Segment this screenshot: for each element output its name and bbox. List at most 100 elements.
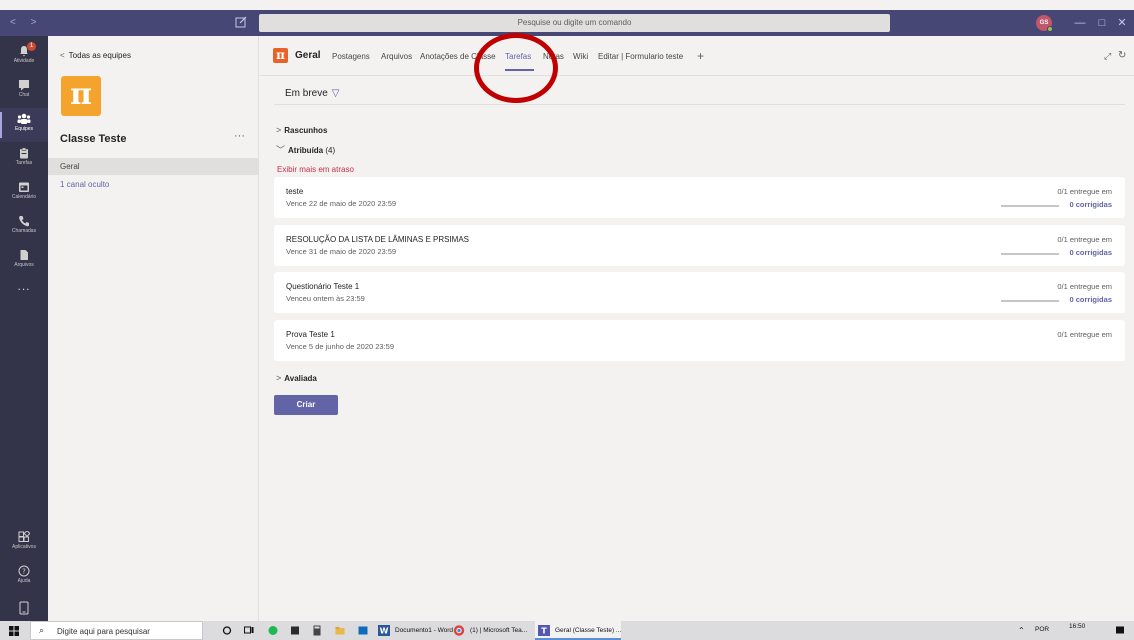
show-late-link[interactable]: Exibir mais em atraso <box>277 165 354 174</box>
tab-formulario[interactable]: Editar | Formulario teste <box>598 52 683 61</box>
svg-text:T: T <box>541 627 547 636</box>
rail-label: Tarefas <box>15 160 33 166</box>
rail-item-more[interactable]: ... <box>0 276 48 296</box>
file-icon <box>20 250 28 260</box>
compose-icon[interactable] <box>234 15 248 29</box>
assignment-card[interactable]: teste Vence 22 de maio de 2020 23:59 0/1… <box>274 177 1125 218</box>
folder-icon[interactable] <box>335 625 345 636</box>
filter-label: Em breve <box>285 88 328 99</box>
presence-dot <box>1047 26 1053 32</box>
taskbar-app-teams[interactable]: T Geral (Classe Teste) ... <box>535 621 622 640</box>
assignment-card[interactable]: Questionário Teste 1 Venceu ontem às 23:… <box>274 272 1125 313</box>
more-icon: ... <box>17 279 31 293</box>
windows-start-icon[interactable] <box>9 626 19 636</box>
assignment-due: Venceu ontem às 23:59 <box>286 294 365 303</box>
device-icon[interactable] <box>18 601 30 615</box>
notification-badge: 1 <box>27 42 36 51</box>
avatar-initials: GS <box>1039 20 1049 26</box>
minimize-icon[interactable]: — <box>1072 15 1088 31</box>
back-label: Todas as equipes <box>68 51 131 60</box>
app-rail: Atividade 1 Chat Equipes Tarefas Calendá… <box>0 36 48 621</box>
outlook-icon[interactable] <box>358 625 368 636</box>
progress-bar <box>1001 253 1059 255</box>
rail-item-files[interactable]: Arquivos <box>0 244 48 278</box>
taskbar-search-input[interactable]: ⌕ Digite aqui para pesquisar <box>30 621 203 640</box>
assignment-card[interactable]: Prova Teste 1 Vence 5 de junho de 2020 2… <box>274 320 1125 361</box>
task-view-icon[interactable] <box>244 625 254 636</box>
back-to-teams-link[interactable]: < Todas as equipes <box>60 51 131 60</box>
handed-in-count: 0/1 entregue em <box>1057 282 1112 291</box>
create-button[interactable]: Criar <box>274 395 338 415</box>
more-options-icon[interactable]: ··· <box>234 130 245 142</box>
assignment-title: RESOLUÇÃO DA LISTA DE LÂMINAS E PRSIMAS <box>286 235 470 244</box>
cortana-icon[interactable] <box>222 625 232 636</box>
filter-dropdown[interactable]: Em breve ▽ <box>285 88 340 99</box>
rail-item-calls[interactable]: Chamadas <box>0 210 48 244</box>
screen: < > Pesquise ou digite um comando GS — □… <box>0 0 1134 640</box>
teams-icon: T <box>538 625 550 636</box>
divider <box>274 104 1125 105</box>
hidden-channels-link[interactable]: 1 canal oculto <box>60 180 109 189</box>
rail-label: Arquivos <box>14 262 34 268</box>
section-count: (4) <box>325 146 336 155</box>
svg-text:W: W <box>380 627 389 636</box>
calculator-icon[interactable] <box>312 625 322 636</box>
help-icon: ? <box>18 565 30 577</box>
app-icon[interactable] <box>290 625 300 636</box>
reload-icon[interactable]: ↻ <box>1118 50 1126 61</box>
rail-item-apps[interactable]: Aplicativos <box>0 526 48 560</box>
handed-in-count: 0/1 entregue em <box>1057 187 1112 196</box>
handed-in-count: 0/1 entregue em <box>1057 235 1112 244</box>
section-drafts[interactable]: > Rascunhos <box>276 125 327 135</box>
team-logo: π <box>61 76 101 116</box>
apps-icon <box>18 531 30 542</box>
rail-item-activity[interactable]: Atividade 1 <box>0 40 48 74</box>
graded-count: 0 corrigidas <box>1069 200 1112 209</box>
spotify-icon[interactable] <box>268 625 278 636</box>
calendar-icon <box>19 182 29 192</box>
chrome-icon <box>453 625 465 636</box>
phone-icon <box>19 216 29 227</box>
rail-item-help[interactable]: ? Ajuda <box>0 560 48 594</box>
section-graded[interactable]: > Avaliada <box>276 373 317 383</box>
rail-label: Chat <box>18 92 30 98</box>
clock[interactable]: 16:50 <box>1069 623 1085 630</box>
rail-item-teams[interactable]: Equipes <box>0 108 48 142</box>
assignment-card[interactable]: RESOLUÇÃO DA LISTA DE LÂMINAS E PRSIMAS … <box>274 225 1125 266</box>
channel-logo: π <box>273 48 288 63</box>
history-nav[interactable]: < > <box>10 17 42 28</box>
notifications-icon[interactable] <box>1115 625 1125 636</box>
rail-label: Chamadas <box>11 228 37 234</box>
tab-arquivos[interactable]: Arquivos <box>381 52 412 61</box>
maximize-icon[interactable]: □ <box>1094 15 1110 31</box>
avatar[interactable]: GS <box>1036 15 1053 32</box>
add-tab-icon[interactable]: + <box>697 49 704 63</box>
taskbar-app-label: Documento1 - Word <box>395 627 454 634</box>
assignments-icon <box>20 147 28 159</box>
close-icon[interactable]: ✕ <box>1114 15 1130 31</box>
svg-text:?: ? <box>22 568 26 576</box>
chevron-up-icon[interactable]: ⌃ <box>1018 626 1025 635</box>
assignment-title: Questionário Teste 1 <box>286 282 360 291</box>
expand-icon[interactable]: ⤢ <box>1104 51 1111 62</box>
graded-count: 0 corrigidas <box>1069 295 1112 304</box>
taskbar-app-word[interactable]: W Documento1 - Word <box>375 621 453 640</box>
taskbar: ⌕ Digite aqui para pesquisar W Documento1 … <box>0 621 1134 640</box>
rail-label: Equipes <box>14 126 34 132</box>
section-assigned[interactable]: ﹀ Atribuída (4) <box>276 143 335 156</box>
channel-item-geral[interactable]: Geral <box>48 158 258 175</box>
rail-item-assignments[interactable]: Tarefas <box>0 142 48 176</box>
tab-wiki[interactable]: Wiki <box>573 52 588 61</box>
word-icon: W <box>378 625 390 636</box>
taskbar-app-chrome[interactable]: (1) | Microsoft Tea... <box>450 621 527 640</box>
teams-icon <box>17 113 31 124</box>
section-label: Atribuída <box>288 146 324 155</box>
search-input[interactable]: Pesquise ou digite um comando <box>259 14 890 32</box>
tab-postagens[interactable]: Postagens <box>332 52 370 61</box>
chevron-right-icon: > <box>276 125 282 135</box>
assignment-due: Vence 31 de maio de 2020 23:59 <box>286 247 397 256</box>
rail-item-calendar[interactable]: Calendário <box>0 176 48 210</box>
language-indicator[interactable]: POR <box>1035 626 1049 633</box>
rail-item-chat[interactable]: Chat <box>0 74 48 108</box>
taskbar-app-label: Geral (Classe Teste) ... <box>555 627 622 634</box>
